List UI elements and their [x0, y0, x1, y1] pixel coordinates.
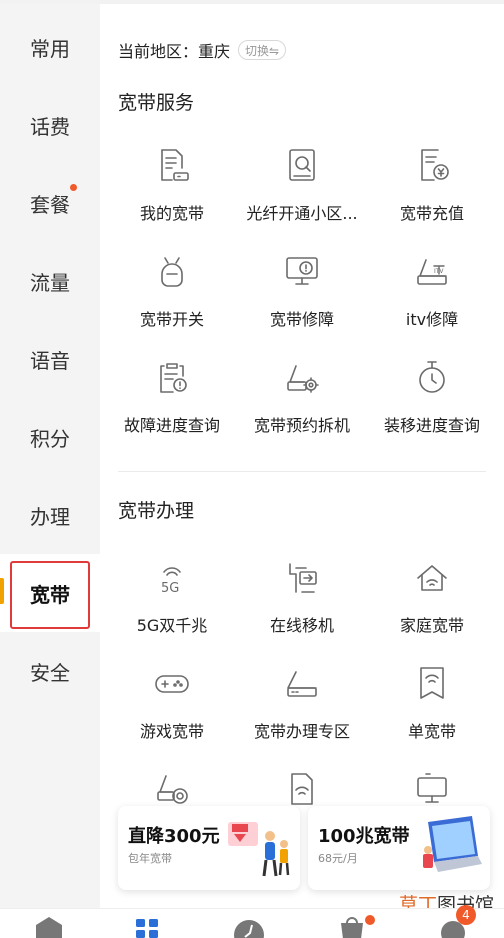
handle-home-broadband[interactable]: 家庭宽带	[370, 556, 494, 656]
promo-subtitle: 68元/月	[318, 852, 358, 865]
region-prefix: 当前地区：	[118, 42, 199, 61]
discover-compass-icon[interactable]	[232, 915, 266, 938]
service-fiber-community[interactable]: 光纤开通小区...	[240, 144, 364, 244]
active-indicator	[0, 578, 4, 604]
profile-badge-count: 4	[456, 905, 476, 925]
sidebar-item-label: 套餐	[30, 192, 70, 217]
profile-icon[interactable]: 4	[436, 905, 476, 938]
service-label: 宽带预约拆机	[253, 416, 350, 435]
sidebar-item-label: 常用	[30, 36, 70, 61]
service-appointment-remove[interactable]: 宽带预约拆机	[240, 356, 364, 456]
router-gear-icon	[282, 358, 322, 398]
gamepad-icon	[152, 664, 192, 704]
promo-illustration-people	[228, 822, 290, 877]
sidebar-item-broadband[interactable]: 宽带	[0, 554, 100, 632]
section-title-handle: 宽带办理	[118, 500, 195, 522]
service-label: 装移进度查询	[383, 416, 480, 435]
clipboard-alert-icon	[152, 358, 192, 398]
promo-illustration-laptop	[423, 816, 482, 872]
service-label: 故障进度查询	[123, 416, 220, 435]
monitor-pen-icon	[412, 770, 452, 810]
handle-5g-gigabit[interactable]: 5G 5G双千兆	[110, 556, 234, 656]
category-sidebar: 常用 话费 套餐 流量 语音 积分 办理 宽带 安全	[0, 4, 100, 908]
main-panel: 当前地区： 重庆 切换⇋ 宽带服务 我的宽带 光纤开通小区... 宽带充值 宽带…	[100, 4, 504, 908]
sidebar-item-label: 安全	[30, 660, 70, 685]
service-install-progress[interactable]: 装移进度查询	[370, 356, 494, 456]
sidebar-item-security[interactable]: 安全	[0, 632, 100, 710]
document-router-icon	[152, 146, 192, 186]
5g-icon: 5G	[152, 558, 192, 598]
region-bar: 当前地区： 重庆 切换⇋	[118, 38, 287, 62]
sidebar-item-points[interactable]: 积分	[0, 398, 100, 476]
sidebar-item-handle[interactable]: 办理	[0, 476, 100, 554]
region-city: 重庆	[198, 42, 231, 61]
promo-card-100m[interactable]: 100兆宽带 68元/月	[308, 806, 490, 890]
sidebar-item-label: 流量	[30, 270, 70, 295]
handle-game-broadband[interactable]: 游戏宽带	[110, 662, 234, 762]
shopping-bag-icon[interactable]	[335, 915, 375, 938]
service-label: 宽带充值	[399, 204, 464, 223]
router-camera-icon	[152, 770, 192, 810]
sidebar-item-package[interactable]: 套餐	[0, 164, 100, 242]
handle-online-move[interactable]: 在线移机	[240, 556, 364, 656]
svg-text:5G: 5G	[161, 581, 179, 596]
monitor-alert-icon	[282, 252, 322, 292]
wifi-document-icon	[282, 770, 322, 810]
new-dot	[70, 184, 77, 191]
shop-badge-dot	[365, 915, 375, 925]
sidebar-item-label: 办理	[30, 504, 70, 529]
service-recharge[interactable]: 宽带充值	[370, 144, 494, 244]
service-fault-progress[interactable]: 故障进度查询	[110, 356, 234, 456]
service-label: itv修障	[405, 310, 459, 329]
handle-broadband-zone[interactable]: 宽带办理专区	[240, 662, 364, 762]
service-itv-repair[interactable]: ITV itv修障	[370, 250, 494, 350]
service-label: 光纤开通小区...	[246, 204, 358, 223]
promo-title: 100兆宽带	[318, 826, 410, 847]
svg-text:ITV: ITV	[434, 268, 444, 275]
sidebar-item-data[interactable]: 流量	[0, 242, 100, 320]
handle-single-broadband[interactable]: 单宽带	[370, 662, 494, 762]
home-wifi-icon	[412, 558, 452, 598]
handle-label: 游戏宽带	[139, 722, 204, 741]
handle-label: 5G双千兆	[136, 616, 208, 635]
home-icon[interactable]	[32, 915, 66, 938]
service-label: 宽带修障	[269, 310, 334, 329]
bottom-navigation: 4	[0, 905, 504, 938]
service-label: 宽带开关	[139, 310, 204, 329]
move-icon	[282, 558, 322, 598]
handle-label: 家庭宽带	[399, 616, 464, 635]
search-document-icon	[282, 146, 322, 186]
service-switch[interactable]: 宽带开关	[110, 250, 234, 350]
promo-subtitle: 包年宽带	[128, 852, 172, 865]
promo-card-discount[interactable]: 直降300元 包年宽带	[118, 806, 300, 890]
sidebar-item-label: 积分	[30, 426, 70, 451]
promo-banner: 直降300元 包年宽带 100兆宽带 68元/月	[118, 806, 490, 890]
sidebar-item-label: 语音	[30, 348, 70, 373]
handle-label: 单宽带	[407, 722, 456, 741]
recharge-document-icon	[412, 146, 452, 186]
promo-title: 直降300元	[128, 826, 220, 847]
wifi-bookmark-icon	[412, 664, 452, 704]
sidebar-item-label: 话费	[30, 114, 70, 139]
itv-router-icon: ITV	[412, 252, 452, 292]
service-label: 我的宽带	[139, 204, 204, 223]
section-title-service: 宽带服务	[118, 92, 195, 114]
handle-label: 在线移机	[269, 616, 334, 635]
handle-label: 宽带办理专区	[253, 722, 350, 741]
service-my-broadband[interactable]: 我的宽带	[110, 144, 234, 244]
section-divider	[118, 471, 486, 472]
sidebar-item-phone-bill[interactable]: 话费	[0, 86, 100, 164]
sidebar-item-common[interactable]: 常用	[0, 8, 100, 86]
service-repair[interactable]: 宽带修障	[240, 250, 364, 350]
timer-icon	[412, 358, 452, 398]
router-icon	[282, 664, 322, 704]
sidebar-item-label: 宽带	[30, 582, 70, 607]
power-switch-icon	[152, 252, 192, 292]
switch-region-button[interactable]: 切换⇋	[238, 40, 287, 60]
category-grid-icon[interactable]	[130, 915, 164, 938]
sidebar-item-voice[interactable]: 语音	[0, 320, 100, 398]
